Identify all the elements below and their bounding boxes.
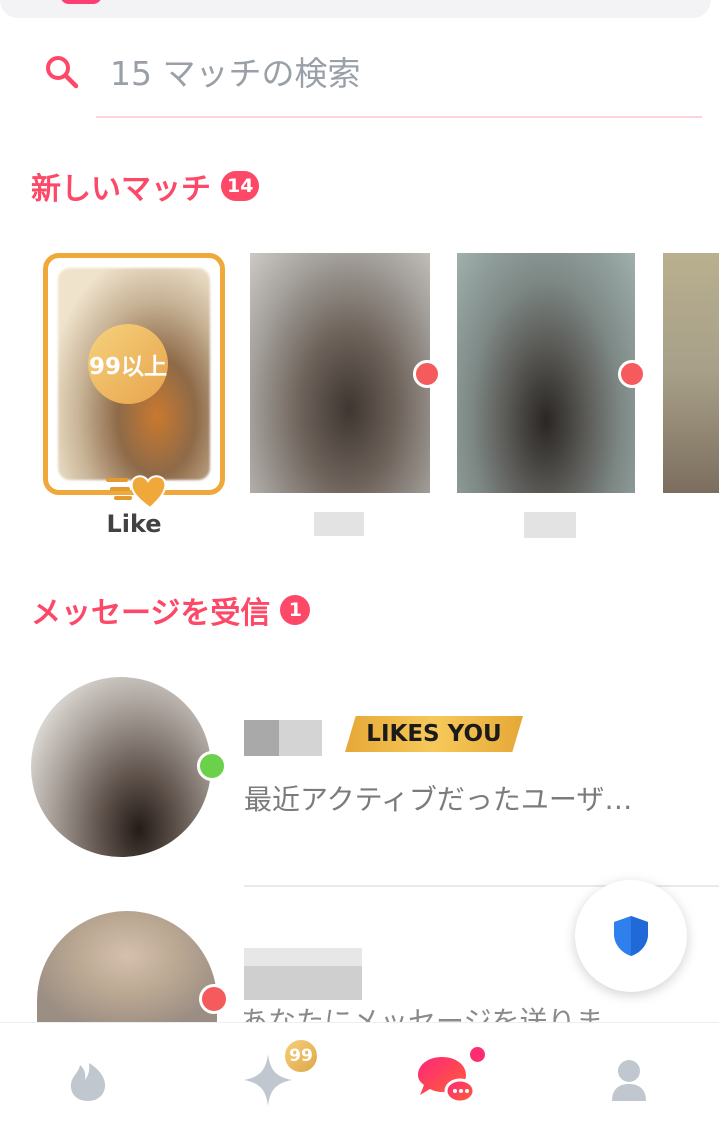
online-status-dot <box>197 751 227 781</box>
messages-count-badge: 1 <box>280 595 311 625</box>
chat-bubbles-icon <box>418 1057 476 1104</box>
match-name-blurred <box>524 512 576 538</box>
messages-heading: メッセージを受信 1 <box>31 588 311 632</box>
search-input[interactable] <box>110 48 700 98</box>
avatar[interactable] <box>37 911 217 1023</box>
status-dot <box>199 984 229 1014</box>
nav-messages[interactable] <box>396 1023 496 1136</box>
shield-icon <box>614 916 648 956</box>
match-card[interactable] <box>663 253 719 493</box>
profile-icon <box>612 1060 646 1101</box>
matches-screen: 新しいマッチ 14 99以上 Like メッセージを受信 1 LIKES YOU… <box>0 0 719 1136</box>
avatar[interactable] <box>31 677 211 857</box>
nav-explore[interactable] <box>38 1023 138 1136</box>
likes-label: Like <box>106 510 162 538</box>
nav-profile[interactable] <box>579 1023 679 1136</box>
top-panel-edge <box>0 0 711 18</box>
search-underline <box>96 116 702 118</box>
match-name-blurred <box>314 512 364 536</box>
messages-title: メッセージを受信 <box>31 596 271 631</box>
likes-you-badge: LIKES YOU <box>345 716 523 752</box>
message-preview[interactable]: 最近アクティブだったユーザ… <box>244 778 704 818</box>
message-name-blurred <box>244 948 362 1000</box>
bottom-navigation <box>0 1022 719 1136</box>
new-message-dot <box>470 1047 485 1062</box>
match-card[interactable] <box>457 253 635 493</box>
likes-count-circle: 99以上 <box>88 324 168 404</box>
new-match-dot <box>618 360 646 388</box>
likes-you-card[interactable]: 99以上 <box>43 253 225 510</box>
gold-likes-count-badge: 99 <box>283 1038 319 1074</box>
new-match-dot <box>413 360 441 388</box>
new-matches-count-badge: 14 <box>221 171 260 201</box>
search-icon[interactable] <box>44 54 80 90</box>
new-matches-heading: 新しいマッチ 14 <box>31 164 260 208</box>
match-card[interactable] <box>250 253 430 493</box>
flame-icon <box>70 1063 106 1101</box>
message-name-blurred <box>244 720 322 756</box>
gold-heart-icon <box>106 475 167 510</box>
message-preview[interactable]: あなたにメッセージを送りま <box>240 1003 680 1022</box>
top-pink-pill <box>60 0 102 4</box>
new-matches-title: 新しいマッチ <box>31 172 211 207</box>
safety-toolkit-button[interactable] <box>575 880 687 992</box>
